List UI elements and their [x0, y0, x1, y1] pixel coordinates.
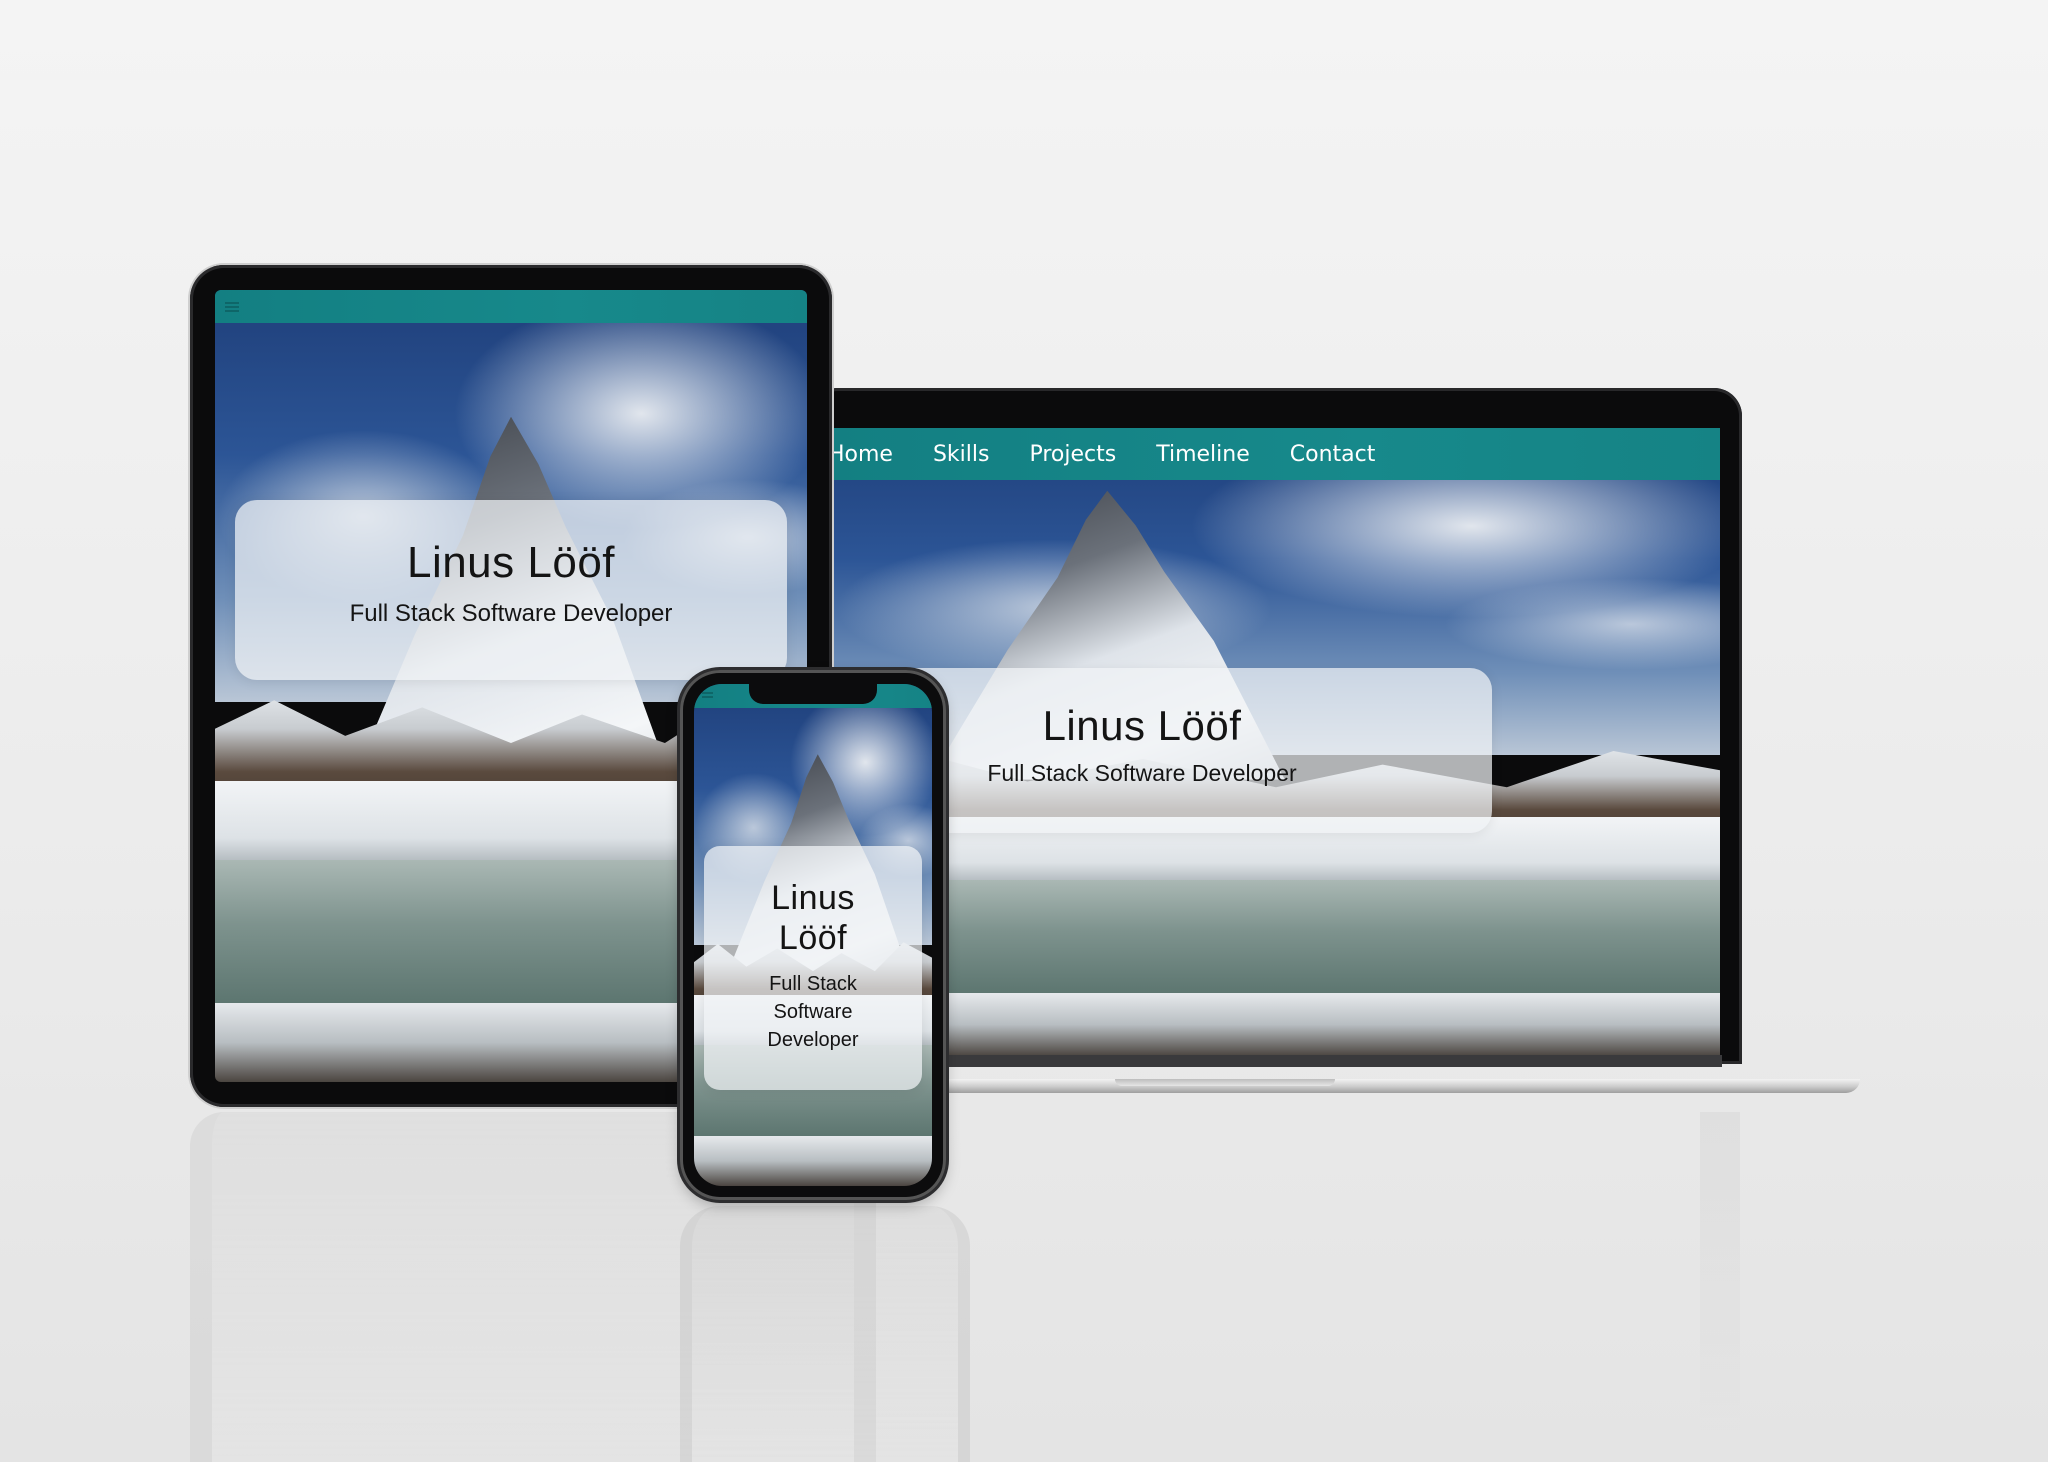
nav-skills-link[interactable]: Skills [933, 442, 990, 467]
laptop-screen: Home Skills Projects Timeline Contact Li… [832, 428, 1720, 1056]
nav-timeline-link[interactable]: Timeline [1156, 442, 1250, 467]
hero-role-line3: Developer [767, 1029, 859, 1051]
phone-hero-card: Linus Lööf Full Stack Software Developer [704, 846, 922, 1090]
laptop-navbar: Home Skills Projects Timeline Contact [832, 428, 1720, 480]
hamburger-menu-icon[interactable] [702, 692, 713, 700]
hamburger-menu-icon[interactable] [225, 302, 239, 312]
phone-notch [749, 684, 877, 704]
nav-home-link[interactable]: Home [832, 442, 893, 467]
laptop-hinge-notch [1115, 1079, 1335, 1086]
phone-reflection [680, 1206, 970, 1462]
hero-name-line1: Linus [771, 879, 855, 917]
phone-device: Linus Lööf Full Stack Software Developer [680, 670, 946, 1200]
hero-role-line2: Software [773, 1001, 853, 1023]
hero-role: Full Stack Software Developer [349, 600, 673, 627]
nav-projects-link[interactable]: Projects [1029, 442, 1116, 467]
laptop-device: Home Skills Projects Timeline Contact Li… [810, 388, 1742, 1064]
hero-name-line2: Lööf [778, 919, 848, 957]
tablet-hero-card: Linus Lööf Full Stack Software Developer [235, 500, 787, 680]
nav-links: Home Skills Projects Timeline Contact [832, 428, 1375, 480]
laptop-bezel-bottom [830, 1055, 1722, 1067]
tablet-navbar [215, 290, 807, 323]
laptop-reflection [1700, 1112, 1740, 1462]
hero-role-line1: Full Stack [769, 973, 857, 995]
phone-screen: Linus Lööf Full Stack Software Developer [694, 684, 932, 1186]
nav-contact-link[interactable]: Contact [1290, 442, 1376, 467]
hero-name: Linus Lööf [406, 538, 616, 587]
